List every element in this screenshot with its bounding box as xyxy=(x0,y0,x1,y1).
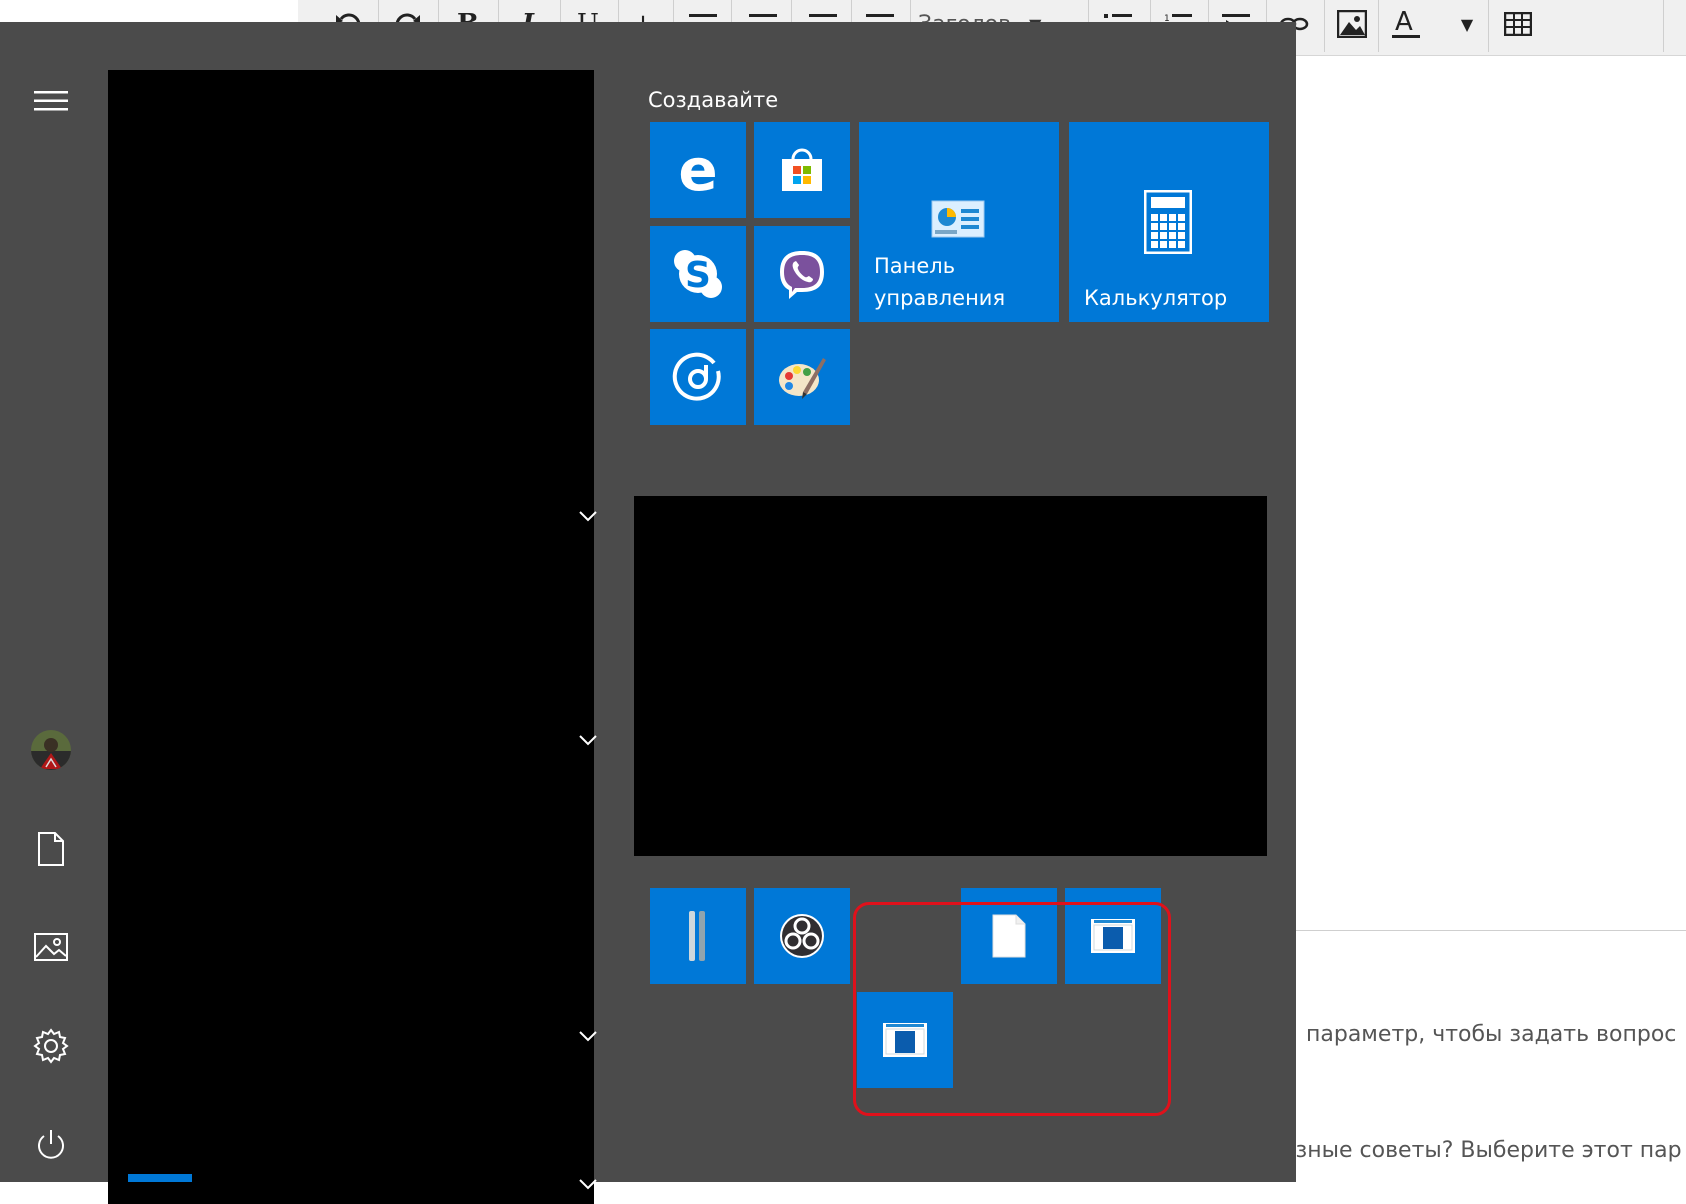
chevron-down-icon[interactable] xyxy=(578,734,598,748)
tile-group-title[interactable]: Создавайте xyxy=(648,88,778,112)
svg-text:A: A xyxy=(1395,8,1413,37)
control-panel-icon xyxy=(931,200,985,242)
hint-text: езные советы? Выберите этот пар xyxy=(1282,1138,1682,1163)
app-list-redacted xyxy=(108,70,594,1204)
obs-icon xyxy=(754,888,850,984)
edge-icon: e xyxy=(678,136,718,204)
tile-groove[interactable] xyxy=(650,329,746,425)
tile-label: Калькулятор xyxy=(1084,286,1228,310)
scroll-indicator xyxy=(128,1174,192,1182)
editor-page[interactable] xyxy=(1296,56,1686,1182)
tile-edge[interactable]: e xyxy=(650,122,746,218)
tile-skype[interactable]: S xyxy=(650,226,746,322)
tile-control-panel[interactable]: Панель управления xyxy=(859,122,1059,322)
dropdown-arrow-icon[interactable]: ▼ xyxy=(1450,2,1484,46)
divider xyxy=(1296,930,1686,931)
app-icon xyxy=(650,888,746,984)
calculator-icon xyxy=(1143,189,1193,258)
tile-paint[interactable] xyxy=(754,329,850,425)
avatar[interactable] xyxy=(28,727,74,773)
settings-icon[interactable] xyxy=(28,1023,74,1069)
image-icon[interactable] xyxy=(1332,2,1372,46)
tile-viber[interactable] xyxy=(754,226,850,322)
tile-app-1[interactable] xyxy=(650,888,746,984)
table-icon[interactable] xyxy=(1498,2,1538,46)
tile-calculator[interactable]: Калькулятор xyxy=(1069,122,1269,322)
viber-icon xyxy=(754,226,850,322)
start-menu: Создавайте e Панель управления Калькулят… xyxy=(0,22,1296,1204)
tile-group-redacted xyxy=(634,496,1267,856)
svg-text:S: S xyxy=(685,255,711,296)
skype-icon: S xyxy=(650,226,746,322)
highlight-box xyxy=(853,902,1171,1116)
tile-label: Панель управления xyxy=(874,254,1006,310)
groove-music-icon xyxy=(650,329,746,425)
hint-text: параметр, чтобы задать вопрос xyxy=(1306,1022,1677,1047)
tile-obs[interactable] xyxy=(754,888,850,984)
chevron-down-icon[interactable] xyxy=(578,1178,598,1192)
tile-store[interactable] xyxy=(754,122,850,218)
store-icon xyxy=(754,122,850,218)
text-color-icon[interactable]: A xyxy=(1386,2,1426,46)
hamburger-icon[interactable] xyxy=(28,78,74,124)
documents-icon[interactable] xyxy=(28,826,74,872)
paint-icon xyxy=(754,329,850,425)
chevron-down-icon[interactable] xyxy=(578,1030,598,1044)
pictures-icon[interactable] xyxy=(28,924,74,970)
chevron-down-icon[interactable] xyxy=(578,510,598,524)
power-icon[interactable] xyxy=(28,1122,74,1168)
